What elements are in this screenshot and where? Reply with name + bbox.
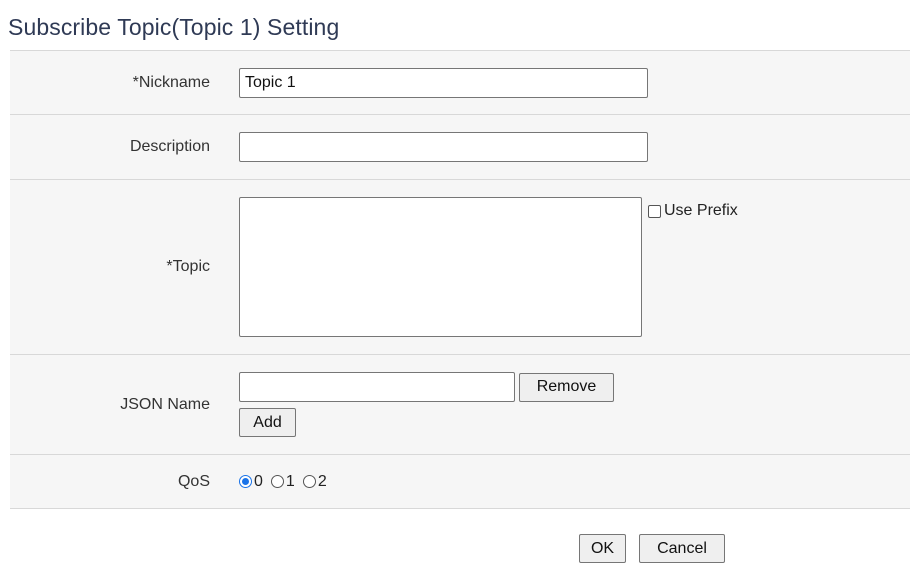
ok-button[interactable]: OK [579, 534, 626, 563]
nickname-input[interactable] [239, 67, 648, 98]
topic-label: *Topic [166, 258, 210, 275]
qos-option-0-label: 0 [254, 472, 263, 490]
json-name-row: JSON Name Remove Add [10, 355, 910, 455]
use-prefix-label: Use Prefix [664, 202, 738, 219]
description-label: Description [129, 138, 210, 155]
form-actions: OK Cancel [579, 534, 725, 563]
cancel-button[interactable]: Cancel [639, 534, 725, 563]
qos-radio-2[interactable] [302, 475, 316, 488]
settings-form: *Nickname Description *Topic Use Prefix … [10, 50, 910, 509]
description-row: Description [10, 115, 910, 180]
page-title: Subscribe Topic(Topic 1) Setting [8, 14, 340, 40]
settings-page: Subscribe Topic(Topic 1) Setting *Nickna… [0, 0, 910, 568]
qos-radio-0[interactable] [239, 475, 252, 488]
add-button[interactable]: Add [239, 408, 296, 437]
qos-option-1[interactable]: 1 [270, 472, 295, 491]
qos-option-2-label: 2 [317, 472, 327, 490]
json-name-input[interactable] [239, 372, 515, 402]
topic-row: *Topic Use Prefix [10, 180, 910, 355]
qos-radio-group: 0 1 2 [210, 473, 335, 491]
qos-option-2[interactable]: 2 [302, 472, 327, 491]
json-name-label: JSON Name [120, 395, 210, 413]
nickname-row: *Nickname [10, 51, 910, 115]
use-prefix-checkbox[interactable] [648, 204, 661, 218]
qos-row: QoS 0 1 2 [10, 455, 910, 509]
nickname-label: *Nickname [132, 73, 210, 91]
qos-option-1-label: 1 [285, 472, 295, 490]
remove-button[interactable]: Remove [519, 372, 614, 402]
description-input[interactable] [239, 132, 648, 162]
use-prefix-option[interactable]: Use Prefix [648, 202, 738, 220]
qos-radio-1[interactable] [270, 475, 284, 488]
qos-option-0[interactable]: 0 [239, 473, 263, 491]
qos-label: QoS [177, 472, 210, 490]
topic-textarea[interactable] [239, 197, 642, 337]
